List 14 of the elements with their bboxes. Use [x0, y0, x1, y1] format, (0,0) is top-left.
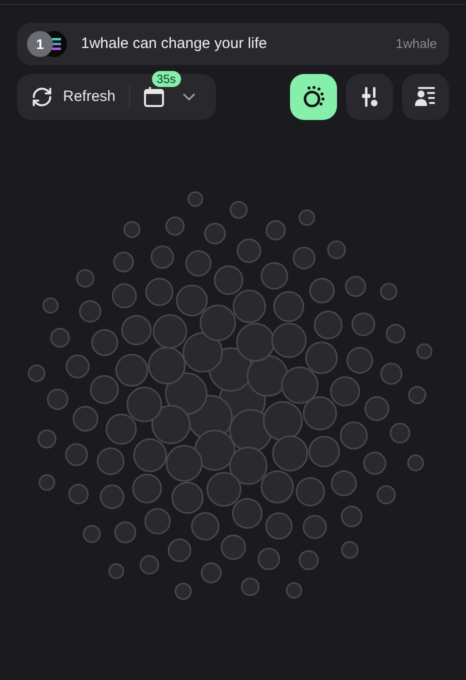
avatar-count: 1	[27, 31, 53, 57]
announcement-source: 1whale	[396, 35, 437, 54]
calendar-icon	[142, 86, 165, 108]
person-list-icon	[414, 86, 436, 108]
bubble-icon	[302, 85, 326, 109]
view-toggle-button[interactable]	[290, 74, 337, 120]
announcement-text: 1whale can change your life	[81, 34, 267, 54]
view-toggle-button[interactable]	[346, 74, 393, 120]
refresh-icon	[31, 86, 53, 108]
sliders-icon	[360, 86, 380, 108]
refresh-button[interactable]: Refresh	[31, 86, 116, 108]
view-toggle-button[interactable]	[402, 74, 449, 120]
timer-badge: 35s	[152, 71, 181, 87]
announcement-bar[interactable]: 1 1whale can change your life 1whale	[17, 23, 449, 65]
